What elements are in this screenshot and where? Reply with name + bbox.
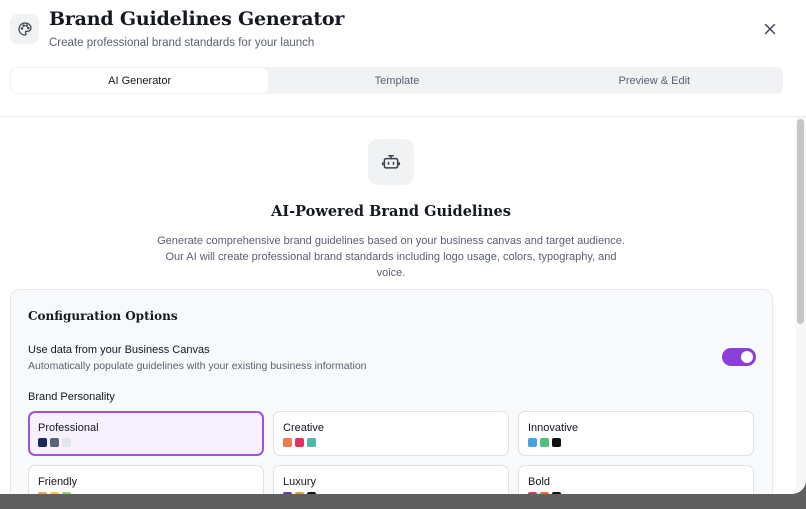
personality-name: Bold <box>528 476 551 488</box>
use-canvas-toggle[interactable] <box>722 348 756 366</box>
hero-description: Generate comprehensive brand guidelines … <box>157 235 625 279</box>
color-swatch <box>50 438 59 447</box>
personality-card-friendly[interactable]: Friendly <box>28 465 264 494</box>
background-overlay <box>0 494 806 509</box>
hero-title: AI-Powered Brand Guidelines <box>271 203 511 220</box>
color-swatch <box>552 438 561 447</box>
tab-template[interactable]: Template <box>268 67 525 94</box>
toggle-knob <box>741 351 753 363</box>
close-button[interactable] <box>760 19 780 39</box>
tab-preview-edit[interactable]: Preview & Edit <box>526 67 783 94</box>
personality-name: Professional <box>38 422 99 434</box>
dialog-subtitle: Create professional brand standards for … <box>49 37 315 49</box>
personality-card-creative[interactable]: Creative <box>273 411 509 456</box>
personality-card-innovative[interactable]: Innovative <box>518 411 754 456</box>
personality-name: Luxury <box>283 476 317 488</box>
use-canvas-description: Automatically populate guidelines with y… <box>28 360 367 372</box>
brand-guidelines-dialog: Brand Guidelines Generator Create profes… <box>0 0 806 494</box>
close-icon <box>764 23 776 35</box>
personality-name: Friendly <box>38 476 78 488</box>
color-swatch <box>540 438 549 447</box>
tab-ai-generator[interactable]: AI Generator <box>11 68 269 93</box>
personality-name: Innovative <box>528 422 579 434</box>
configuration-panel: Configuration Options Use data from your… <box>10 289 773 494</box>
brand-personality-label: Brand Personality <box>28 391 115 403</box>
dialog-title: Brand Guidelines Generator <box>49 8 345 30</box>
color-swatches <box>38 438 71 447</box>
bot-icon <box>368 139 414 185</box>
personality-name: Creative <box>283 422 324 434</box>
color-swatch <box>283 438 292 447</box>
scrollbar-thumb[interactable] <box>797 119 804 324</box>
personality-card-professional[interactable]: Professional <box>28 411 264 456</box>
tab-bar: AI Generator Template Preview & Edit <box>10 67 783 94</box>
color-swatches <box>283 438 316 447</box>
palette-icon <box>10 14 39 44</box>
color-swatch <box>528 438 537 447</box>
use-canvas-label: Use data from your Business Canvas <box>28 344 210 356</box>
color-swatches <box>528 438 561 447</box>
color-swatch <box>295 438 304 447</box>
personality-card-bold[interactable]: Bold <box>518 465 754 494</box>
dialog-header: Brand Guidelines Generator Create profes… <box>0 0 806 117</box>
color-swatch <box>307 438 316 447</box>
color-swatch <box>38 438 47 447</box>
personality-card-luxury[interactable]: Luxury <box>273 465 509 494</box>
configuration-title: Configuration Options <box>28 309 178 323</box>
scroll-content: AI-Powered Brand Guidelines Generate com… <box>0 117 806 494</box>
color-swatch <box>62 438 71 447</box>
